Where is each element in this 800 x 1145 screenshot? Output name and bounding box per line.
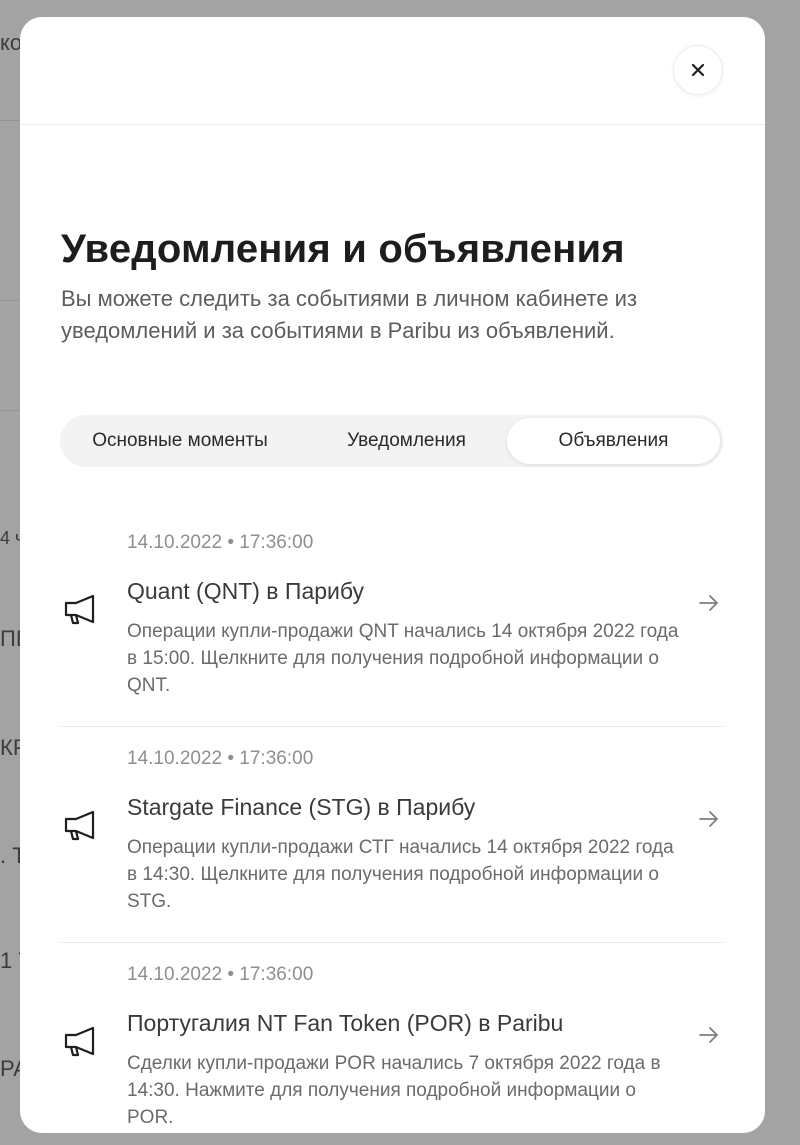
background-divider (0, 300, 20, 301)
announcement-item[interactable]: 14.10.2022 • 17:36:00 Португалия NT Fan … (60, 942, 725, 1133)
megaphone-icon (64, 594, 95, 625)
background-divider (0, 410, 20, 411)
modal-subtitle: Вы можете следить за событиями в личном … (61, 286, 638, 343)
announcement-title: Stargate Finance (STG) в Парибу (127, 794, 476, 820)
announcement-item[interactable]: 14.10.2022 • 17:36:00 Stargate Finance (… (60, 726, 725, 943)
announcement-title: Quant (QNT) в Парибу (127, 578, 365, 604)
tab-notifications[interactable]: Уведомления (300, 415, 513, 467)
background-text-fragment: ко (0, 30, 23, 55)
modal-title: Уведомления и объявления (61, 227, 625, 271)
tab-announcements[interactable]: Объявления (507, 418, 720, 464)
notifications-modal: Уведомления и объявления Вы можете следи… (20, 17, 765, 1133)
modal-header (20, 17, 765, 125)
announcement-description: Операции купли-продажи СТГ начались 14 о… (127, 837, 674, 912)
announcement-date: 14.10.2022 • 17:36:00 (127, 964, 314, 985)
announcement-description: Сделки купли-продажи POR начались 7 октя… (127, 1053, 661, 1128)
announcement-description: Операции купли-продажи QNT начались 14 о… (127, 621, 679, 696)
announcement-title: Португалия NT Fan Token (POR) в Paribu (127, 1010, 564, 1036)
close-button[interactable] (673, 45, 723, 95)
close-icon (691, 63, 705, 77)
background-divider (0, 120, 20, 121)
megaphone-icon (64, 1026, 95, 1057)
arrow-right-icon[interactable] (698, 594, 720, 612)
announcement-date: 14.10.2022 • 17:36:00 (127, 532, 314, 553)
arrow-right-icon[interactable] (698, 810, 720, 828)
tab-bar: Основные моменты Уведомления Объявления (60, 415, 723, 467)
announcement-item[interactable]: 14.10.2022 • 17:36:00 Quant (QNT) в Пари… (60, 510, 725, 727)
announcement-date: 14.10.2022 • 17:36:00 (127, 748, 314, 769)
tab-highlights[interactable]: Основные моменты (60, 415, 300, 467)
arrow-right-icon[interactable] (698, 1026, 720, 1044)
megaphone-icon (64, 810, 95, 841)
